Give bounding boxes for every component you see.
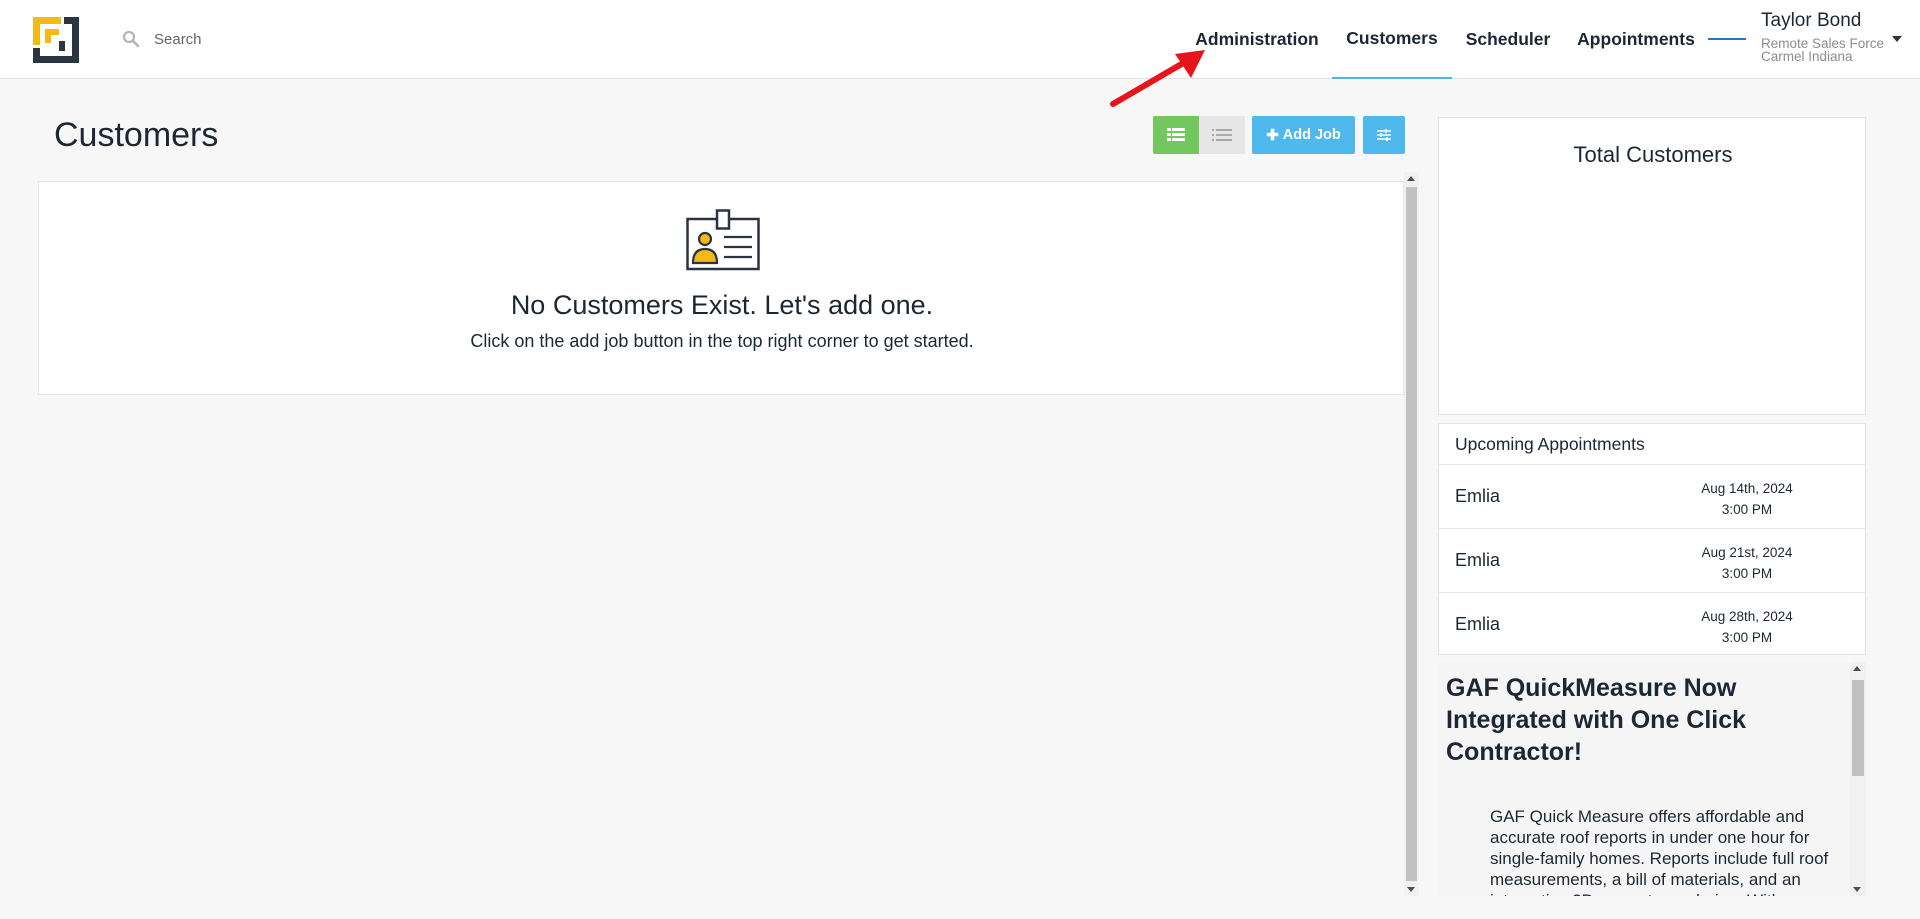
page-title: Customers [54, 116, 219, 154]
upcoming-appointments-card: Upcoming Appointments Emlia Aug 14th, 20… [1438, 423, 1866, 655]
appointment-name: Emlia [1455, 486, 1501, 506]
empty-state-subtitle: Click on the add job button in the top r… [470, 331, 974, 351]
plus-icon: ✚ [1266, 127, 1279, 144]
appointment-date: Aug 14th, 2024 [1701, 481, 1793, 496]
main-scrollbar[interactable] [1404, 172, 1419, 896]
sliders-icon [1377, 129, 1391, 141]
filter-settings-button[interactable] [1363, 116, 1405, 154]
annotation-arrow-icon [1110, 50, 1205, 107]
news-panel: GAF QuickMeasure Now Integrated with One… [1438, 662, 1866, 896]
appointment-time: 3:00 PM [1721, 630, 1773, 645]
appointment-time: 3:00 PM [1721, 566, 1773, 581]
empty-state-card: No Customers Exist. Let's add one. Click… [38, 181, 1404, 395]
appointment-name: Emlia [1455, 614, 1501, 634]
appointment-time: 3:00 PM [1721, 502, 1773, 517]
nav-customers[interactable]: Customers [1332, 0, 1452, 79]
list-view-button[interactable] [1199, 116, 1245, 154]
news-title: GAF QuickMeasure Now Integrated with One… [1446, 674, 1747, 766]
company-logo[interactable] [33, 17, 79, 63]
nav-appointments[interactable]: Appointments [1572, 0, 1700, 79]
appointment-date: Aug 21st, 2024 [1701, 545, 1793, 560]
empty-state-title: No Customers Exist. Let's add one. [510, 290, 934, 320]
total-customers-title: Total Customers [1573, 142, 1733, 167]
appointment-date: Aug 28th, 2024 [1701, 609, 1793, 624]
scrollbar-thumb[interactable] [1406, 187, 1417, 881]
appointment-row[interactable]: Emlia Aug 14th, 2024 3:00 PM [1439, 465, 1865, 529]
user-name: Taylor Bond [1761, 10, 1862, 31]
scroll-up-arrow-icon[interactable] [1853, 666, 1861, 671]
card-view-button[interactable] [1153, 116, 1199, 154]
company-brand-logo [1708, 38, 1746, 40]
add-job-label: Add Job [1282, 127, 1341, 143]
user-location: Carmel Indiana [1761, 49, 1853, 64]
appointment-row[interactable]: Emlia Aug 21st, 2024 3:00 PM [1439, 529, 1865, 593]
top-bar: Administration Customers Scheduler Appoi… [0, 0, 1920, 79]
scroll-down-arrow-icon[interactable] [1853, 887, 1861, 892]
appointment-datetime: Aug 28th, 2024 3:00 PM [1687, 606, 1807, 648]
appointment-datetime: Aug 14th, 2024 3:00 PM [1687, 478, 1807, 520]
appointment-row[interactable]: Emlia Aug 28th, 2024 3:00 PM [1439, 593, 1865, 657]
search-icon [122, 30, 140, 48]
add-job-button[interactable]: ✚ Add Job [1252, 116, 1355, 154]
upcoming-appointments-title: Upcoming Appointments [1439, 424, 1865, 465]
search-bar [122, 26, 522, 52]
total-customers-card: Total Customers [1438, 117, 1866, 415]
appointment-datetime: Aug 21st, 2024 3:00 PM [1687, 542, 1807, 584]
scrollbar-thumb[interactable] [1852, 680, 1864, 776]
caret-down-icon[interactable] [1892, 36, 1902, 42]
grid-list-icon [1167, 128, 1185, 141]
scroll-down-arrow-icon[interactable] [1407, 887, 1415, 892]
list-icon [1212, 129, 1232, 141]
scroll-up-arrow-icon[interactable] [1407, 176, 1415, 181]
appointment-name: Emlia [1455, 550, 1501, 570]
user-menu[interactable]: Taylor Bond Remote Sales Force Carmel In… [1761, 10, 1911, 63]
search-input[interactable] [154, 30, 474, 48]
view-toggle [1153, 116, 1245, 154]
news-scrollbar[interactable] [1850, 662, 1866, 896]
news-body: GAF Quick Measure offers affordable and … [1490, 807, 1829, 896]
id-card-icon [686, 209, 760, 271]
nav-scheduler[interactable]: Scheduler [1459, 0, 1557, 79]
